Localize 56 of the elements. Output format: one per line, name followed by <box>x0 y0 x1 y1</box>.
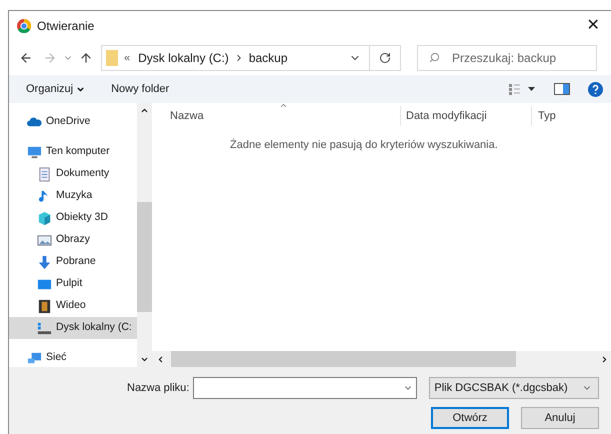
sidebar-item[interactable]: Muzyka <box>9 185 137 207</box>
refresh-icon[interactable] <box>379 52 391 64</box>
help-icon[interactable] <box>588 82 603 96</box>
dropdown-caret-icon <box>76 84 86 94</box>
sidebar-item[interactable]: Sieć <box>9 347 137 367</box>
sidebar-item[interactable]: Dysk lokalny (C: <box>9 317 137 339</box>
scroll-up-icon[interactable] <box>140 106 149 115</box>
window-title: Otwieranie <box>37 18 94 35</box>
search-field[interactable]: Przeszukaj: backup <box>417 45 597 71</box>
sidebar-item[interactable]: OneDrive <box>9 111 137 133</box>
up-arrow-icon[interactable] <box>79 51 93 65</box>
close-button[interactable]: ✕ <box>581 18 605 34</box>
horizontal-scrollbar[interactable] <box>152 351 611 367</box>
preview-pane-icon[interactable] <box>554 83 570 95</box>
sidebar-item[interactable]: Dokumenty <box>9 163 137 185</box>
scrollbar-thumb[interactable] <box>171 351 516 367</box>
sidebar-item[interactable]: Pobrane <box>9 251 137 273</box>
file-type-select[interactable]: Plik DGCSBAK (*.dgcsbak) <box>429 377 599 399</box>
monitor-icon <box>27 144 42 160</box>
cube-icon <box>37 210 52 226</box>
sidebar-item[interactable]: Obiekty 3D <box>9 207 137 229</box>
down-arrow-icon <box>37 254 52 270</box>
new-folder-button[interactable]: Nowy folder <box>111 80 170 98</box>
open-button[interactable]: Otwórz <box>431 407 509 429</box>
sort-caret-icon <box>279 101 288 110</box>
sidebar-item[interactable]: Ten komputer <box>9 141 137 163</box>
column-header[interactable]: Nazwa <box>170 108 382 124</box>
breadcrumb-item[interactable]: Dysk lokalny (C:) <box>138 49 229 67</box>
file-name-field[interactable] <box>193 377 418 399</box>
file-name-label: Nazwa pliku: <box>127 380 190 396</box>
sidebar-item[interactable]: Pulpit <box>9 273 137 295</box>
column-header[interactable]: Typ <box>538 108 556 124</box>
cloud-icon <box>27 114 42 130</box>
browser-logo-icon <box>17 19 31 33</box>
cancel-button[interactable]: Anuluj <box>521 407 599 429</box>
overflow-chevrons[interactable]: « <box>124 50 130 66</box>
column-header[interactable]: Data modyfikacji <box>406 108 531 124</box>
empty-message: Żadne elementy nie pasują do kryteriów wyszukiwania. <box>230 138 499 153</box>
organize-menu-button[interactable]: Organizuj <box>26 80 86 98</box>
scroll-right-icon[interactable] <box>600 354 609 364</box>
view-options-icon[interactable] <box>508 83 536 95</box>
scroll-down-icon[interactable] <box>140 355 149 364</box>
sidebar-scrollbar[interactable] <box>137 103 152 367</box>
network-icon <box>27 350 42 366</box>
sidebar-item[interactable]: Wideo <box>9 295 137 317</box>
scroll-left-icon[interactable] <box>156 354 165 364</box>
film-icon <box>37 298 52 314</box>
folder-icon <box>106 50 118 66</box>
scrollbar-thumb[interactable] <box>137 202 152 312</box>
image-icon <box>37 232 52 248</box>
search-icon <box>429 52 440 63</box>
drive-icon <box>37 320 52 336</box>
sidebar-item[interactable]: Obrazy <box>9 229 137 251</box>
address-bar[interactable]: « Dysk lokalny (C:) backup <box>101 45 401 71</box>
document-icon <box>37 166 52 182</box>
breadcrumb-item[interactable]: backup <box>248 49 288 67</box>
